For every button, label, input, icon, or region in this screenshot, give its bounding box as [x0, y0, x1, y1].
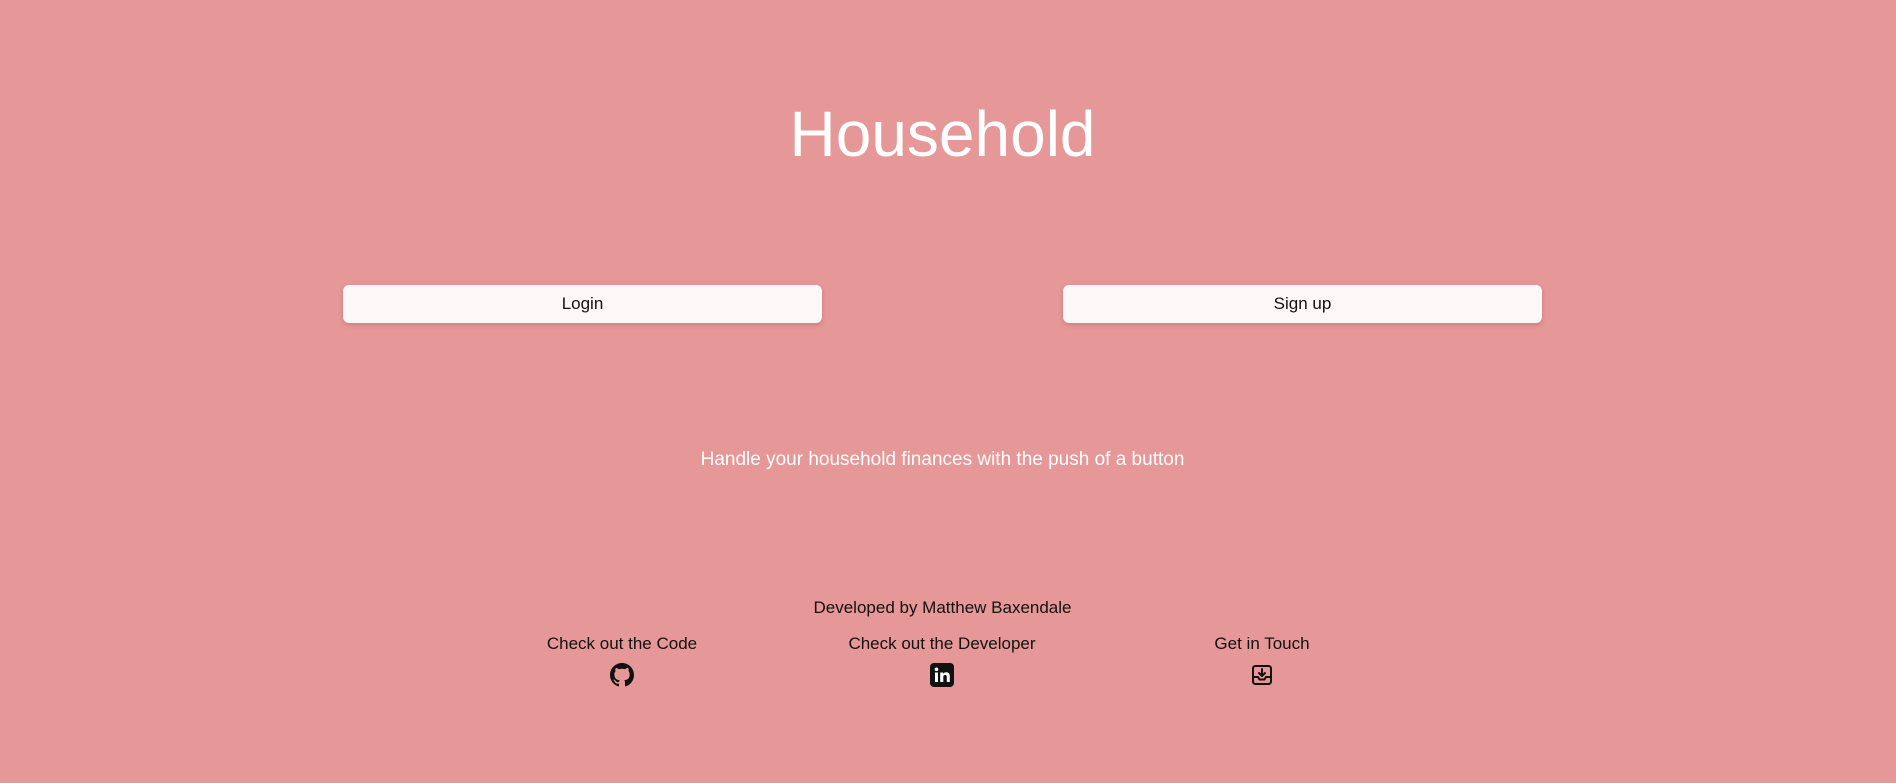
footer-contact-label: Get in Touch [1214, 634, 1310, 653]
inbox-download-icon[interactable] [1250, 663, 1274, 687]
tagline: Handle your household finances with the … [700, 449, 1185, 470]
footer-developer-section: Check out the Developer [822, 633, 1062, 692]
login-button[interactable]: Login [343, 285, 822, 323]
footer-code-label: Check out the Code [546, 634, 698, 653]
developer-credit: Developed by Matthew Baxendale [813, 598, 1072, 617]
linkedin-icon[interactable] [930, 663, 954, 687]
page-title: Household [789, 98, 1096, 170]
github-icon[interactable] [610, 663, 634, 687]
footer-code-section: Check out the Code [502, 633, 742, 692]
signup-button[interactable]: Sign up [1063, 285, 1542, 323]
footer-contact-section: Get in Touch [1142, 633, 1382, 692]
footer-developer-label: Check out the Developer [848, 634, 1036, 653]
